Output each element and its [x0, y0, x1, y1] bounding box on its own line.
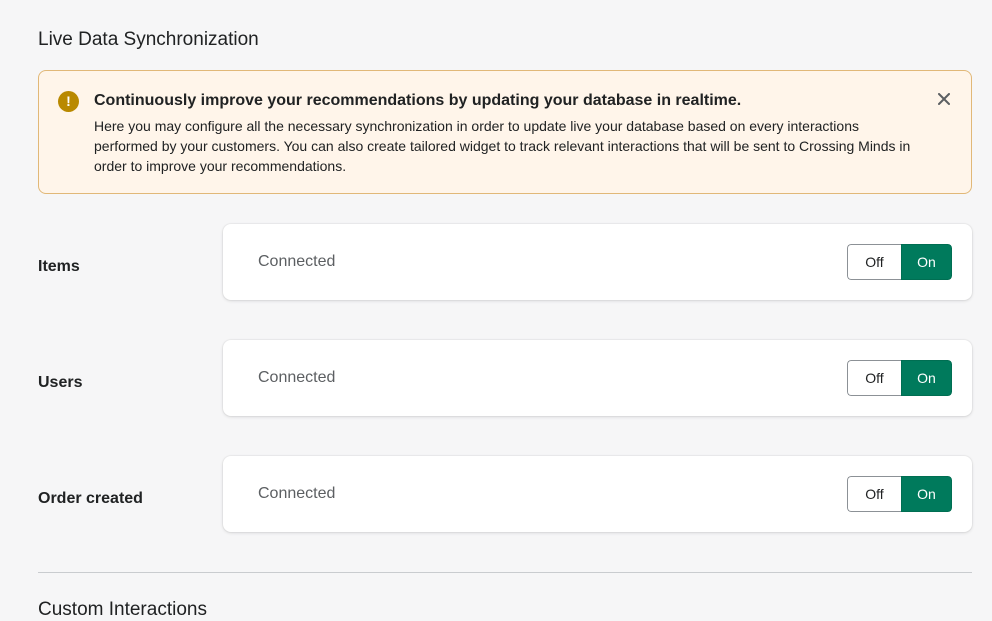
info-banner: ! Continuously improve your recommendati… — [38, 70, 972, 194]
row-label-users: Users — [38, 374, 83, 391]
toggle-on-button[interactable]: On — [901, 244, 952, 280]
sync-card-order-created: Connected Off On — [223, 456, 972, 532]
banner-body: Here you may configure all the necessary… — [94, 118, 911, 174]
toggle-off-button[interactable]: Off — [847, 476, 901, 512]
section-divider — [38, 572, 972, 573]
banner-title: Continuously improve your recommendation… — [94, 92, 742, 109]
section-title-custom-interactions: Custom Interactions — [38, 599, 207, 620]
status-text: Connected — [258, 253, 336, 270]
on-off-toggle: Off On — [847, 244, 952, 280]
row-label-order-created: Order created — [38, 490, 143, 507]
toggle-on-button[interactable]: On — [901, 360, 952, 396]
sync-card-items: Connected Off On — [223, 224, 972, 300]
exclamation-icon: ! — [58, 91, 79, 112]
row-label-items: Items — [38, 258, 80, 275]
sync-card-users: Connected Off On — [223, 340, 972, 416]
status-text: Connected — [258, 485, 336, 502]
toggle-on-button[interactable]: On — [901, 476, 952, 512]
on-off-toggle: Off On — [847, 476, 952, 512]
toggle-off-button[interactable]: Off — [847, 360, 901, 396]
toggle-off-button[interactable]: Off — [847, 244, 901, 280]
close-icon[interactable] — [934, 89, 954, 109]
page-title: Live Data Synchronization — [38, 29, 259, 50]
on-off-toggle: Off On — [847, 360, 952, 396]
status-text: Connected — [258, 369, 336, 386]
